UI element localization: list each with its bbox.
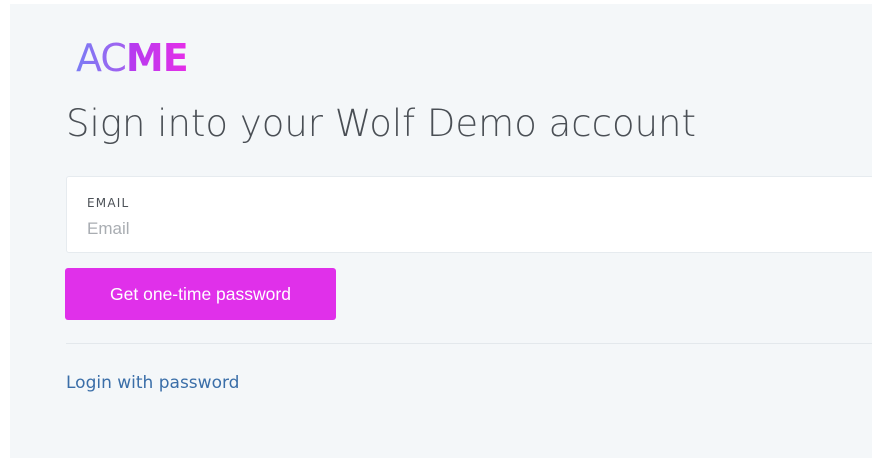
email-field-label: EMAIL <box>87 196 130 210</box>
email-field-container[interactable]: EMAIL <box>66 176 872 253</box>
page-title: Sign into your Wolf Demo account <box>66 102 696 145</box>
logo-text-ac: AC <box>76 36 127 80</box>
logo-text-me: ME <box>125 36 189 80</box>
acme-logo: ACME <box>76 34 189 82</box>
login-with-password-link[interactable]: Login with password <box>66 373 239 393</box>
login-panel: ACME Sign into your Wolf Demo account EM… <box>10 4 872 458</box>
email-input[interactable] <box>85 215 847 243</box>
divider <box>66 343 872 344</box>
get-one-time-password-button[interactable]: Get one-time password <box>65 268 336 320</box>
